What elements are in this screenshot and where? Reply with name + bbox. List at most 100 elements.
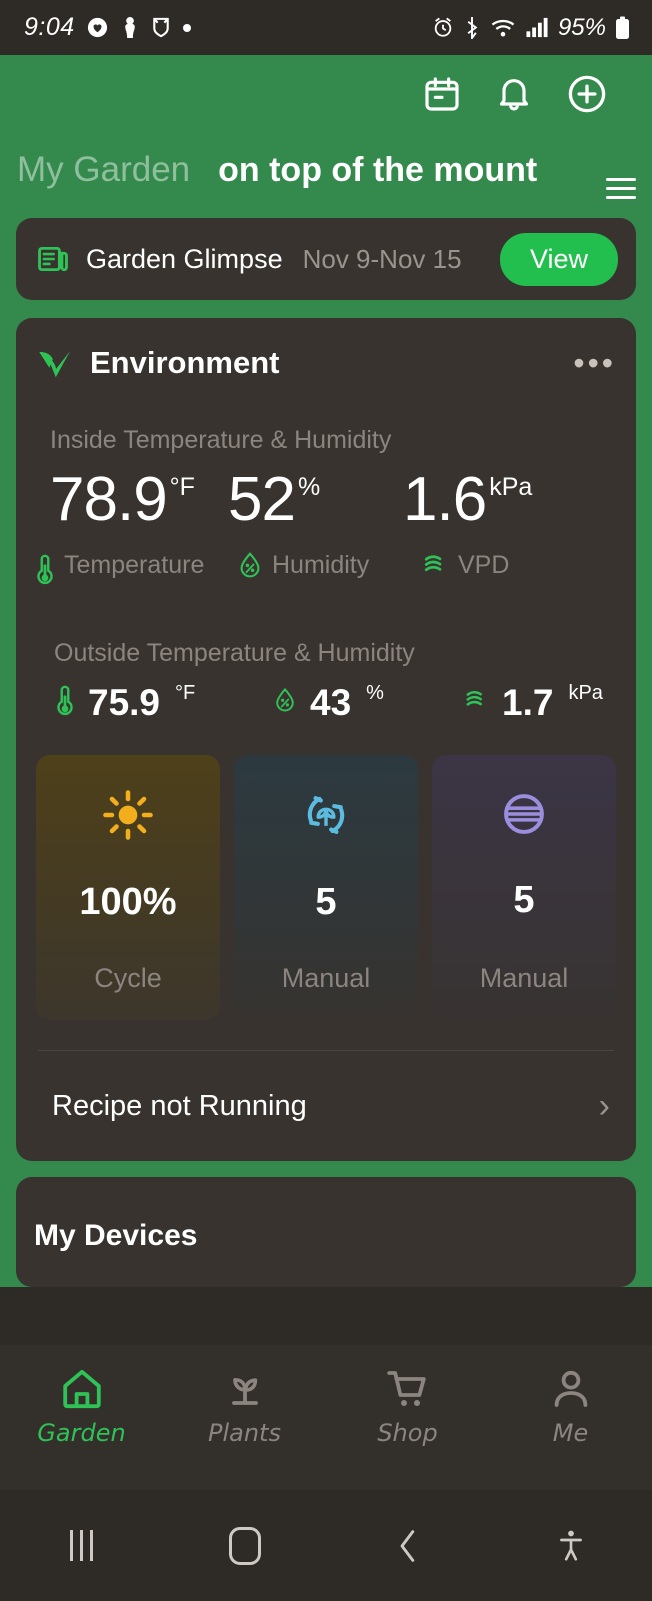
device-inline-value: 5: [513, 879, 535, 921]
android-home-button[interactable]: [163, 1526, 326, 1565]
nav-item-me[interactable]: Me: [489, 1365, 652, 1447]
bottom-navigation: Garden Plants Shop Me: [0, 1345, 652, 1490]
outside-temp-unit: °F: [175, 682, 196, 704]
inside-vpd-number: 1.6: [403, 465, 487, 534]
status-bar-left: 9:04: [24, 13, 192, 42]
device-tiles: 100% Cycle 5 Manual 5 Manual: [36, 755, 616, 1020]
inside-vpd-value: 1.6 kPa: [403, 469, 532, 531]
inside-temp-number: 78.9: [50, 465, 168, 534]
thermometer-icon: [54, 684, 76, 718]
device-tile-inline-fan[interactable]: 5 Manual: [432, 755, 616, 1020]
outside-humidity: 43 %: [272, 682, 462, 723]
my-devices-title: My Devices: [34, 1219, 198, 1252]
calendar-icon[interactable]: [422, 74, 462, 114]
humidity-droplet-icon: [272, 684, 298, 714]
back-icon: [393, 1528, 423, 1564]
inside-humidity-label-text: Humidity: [272, 551, 370, 579]
tab-my-garden[interactable]: My Garden: [17, 150, 190, 190]
header-actions: [20, 55, 632, 115]
inside-labels-row: Temperature Humidity VPD: [36, 549, 616, 587]
nav-item-garden[interactable]: Garden: [0, 1365, 163, 1447]
outside-section-label: Outside Temperature & Humidity: [54, 639, 415, 667]
device-tile-light[interactable]: 100% Cycle: [36, 755, 220, 1020]
inside-temp-unit: °F: [169, 473, 195, 501]
plus-circle-icon[interactable]: [566, 73, 608, 115]
outside-humidity-number: 43: [310, 682, 352, 723]
android-navigation-bar: [0, 1490, 652, 1601]
bell-icon[interactable]: [494, 74, 534, 114]
vpd-waves-icon: [420, 549, 450, 579]
recents-icon: [70, 1530, 93, 1561]
nav-label-shop: Shop: [377, 1419, 438, 1447]
inside-humidity-value: 52 %: [228, 469, 403, 531]
inside-temperature-label: Temperature: [36, 549, 236, 587]
signal-icon: [525, 16, 549, 39]
outside-temp-number: 75.9: [88, 682, 161, 723]
inside-temperature-value: 78.9 °F: [50, 469, 228, 531]
outside-humidity-unit: %: [366, 682, 384, 704]
device-inline-mode: Manual: [479, 963, 569, 993]
app-header: My Garden on top of the mount: [0, 55, 652, 218]
device-tile-circulation-fan[interactable]: 5 Manual: [234, 755, 418, 1020]
garden-glimpse-banner[interactable]: Garden Glimpse Nov 9-Nov 15 View: [16, 218, 636, 300]
phone-screen: 9:04 95% My Garden on top of the mount G…: [0, 0, 652, 1601]
outside-vpd: 1.7 kPa: [462, 682, 603, 723]
circulation-fan-icon: [300, 789, 352, 841]
more-options-icon[interactable]: •••: [573, 347, 616, 379]
device-circulation-mode: Manual: [281, 963, 371, 993]
hamburger-menu-icon[interactable]: [606, 172, 636, 199]
android-recents-button[interactable]: [0, 1530, 163, 1561]
outside-vpd-number: 1.7: [502, 682, 554, 723]
inline-fan-icon: [499, 789, 549, 839]
home-button-icon: [228, 1526, 261, 1565]
status-bar-right: 95%: [432, 14, 630, 42]
sprout-icon: [221, 1365, 269, 1413]
vivosun-v-logo: [36, 344, 74, 382]
my-devices-card[interactable]: My Devices: [16, 1177, 636, 1287]
nav-label-garden: Garden: [37, 1419, 126, 1447]
dot-icon: [182, 23, 192, 33]
nav-label-me: Me: [552, 1419, 589, 1447]
inside-humidity-unit: %: [297, 473, 321, 501]
status-bar: 9:04 95%: [0, 0, 652, 55]
glimpse-date-range: Nov 9-Nov 15: [302, 243, 462, 274]
inside-humidity-label: Humidity: [236, 549, 420, 587]
inside-temperature-label-text: Temperature: [64, 551, 205, 579]
nav-item-shop[interactable]: Shop: [326, 1365, 489, 1447]
outside-vpd-unit: kPa: [568, 682, 603, 704]
nav-item-plants[interactable]: Plants: [163, 1365, 326, 1447]
outside-temperature: 75.9 °F: [54, 682, 272, 723]
home-icon: [58, 1365, 106, 1413]
glimpse-title: Garden Glimpse: [86, 243, 283, 274]
battery-icon: [615, 16, 630, 40]
android-back-button[interactable]: [326, 1528, 489, 1564]
newspaper-icon: [36, 242, 70, 276]
figure-icon: [120, 16, 140, 39]
inside-vpd-label: VPD: [420, 549, 509, 587]
nav-label-plants: Plants: [208, 1419, 281, 1447]
sun-icon: [102, 789, 154, 841]
person-icon: [547, 1365, 595, 1413]
battery-percent: 95%: [557, 13, 606, 41]
cart-icon: [384, 1365, 432, 1413]
outside-values-row: 75.9 °F 43 % 1.7 kPa: [54, 682, 616, 723]
tab-active-garden[interactable]: on top of the mount: [218, 151, 548, 190]
environment-card-header: Environment •••: [36, 344, 616, 388]
shield-icon: [151, 16, 171, 39]
environment-card: Environment ••• Inside Temperature & Hum…: [16, 318, 636, 1161]
android-accessibility-button[interactable]: [489, 1528, 652, 1564]
alarm-icon: [432, 16, 454, 39]
humidity-droplet-icon: [236, 549, 264, 579]
main-content: Garden Glimpse Nov 9-Nov 15 View Environ…: [0, 218, 652, 1287]
environment-title: Environment: [90, 345, 280, 380]
wifi-icon: [490, 16, 516, 39]
device-light-value: 100%: [79, 881, 177, 923]
vpd-waves-icon: [462, 684, 490, 714]
inside-vpd-unit: kPa: [489, 473, 533, 501]
recipe-status-row[interactable]: Recipe not Running ›: [36, 1051, 616, 1161]
glimpse-view-button[interactable]: View: [499, 232, 618, 286]
recipe-status-text: Recipe not Running: [52, 1089, 307, 1122]
chevron-right-icon: ›: [598, 1086, 610, 1125]
bluetooth-icon: [463, 16, 481, 39]
status-time: 9:04: [24, 13, 75, 41]
